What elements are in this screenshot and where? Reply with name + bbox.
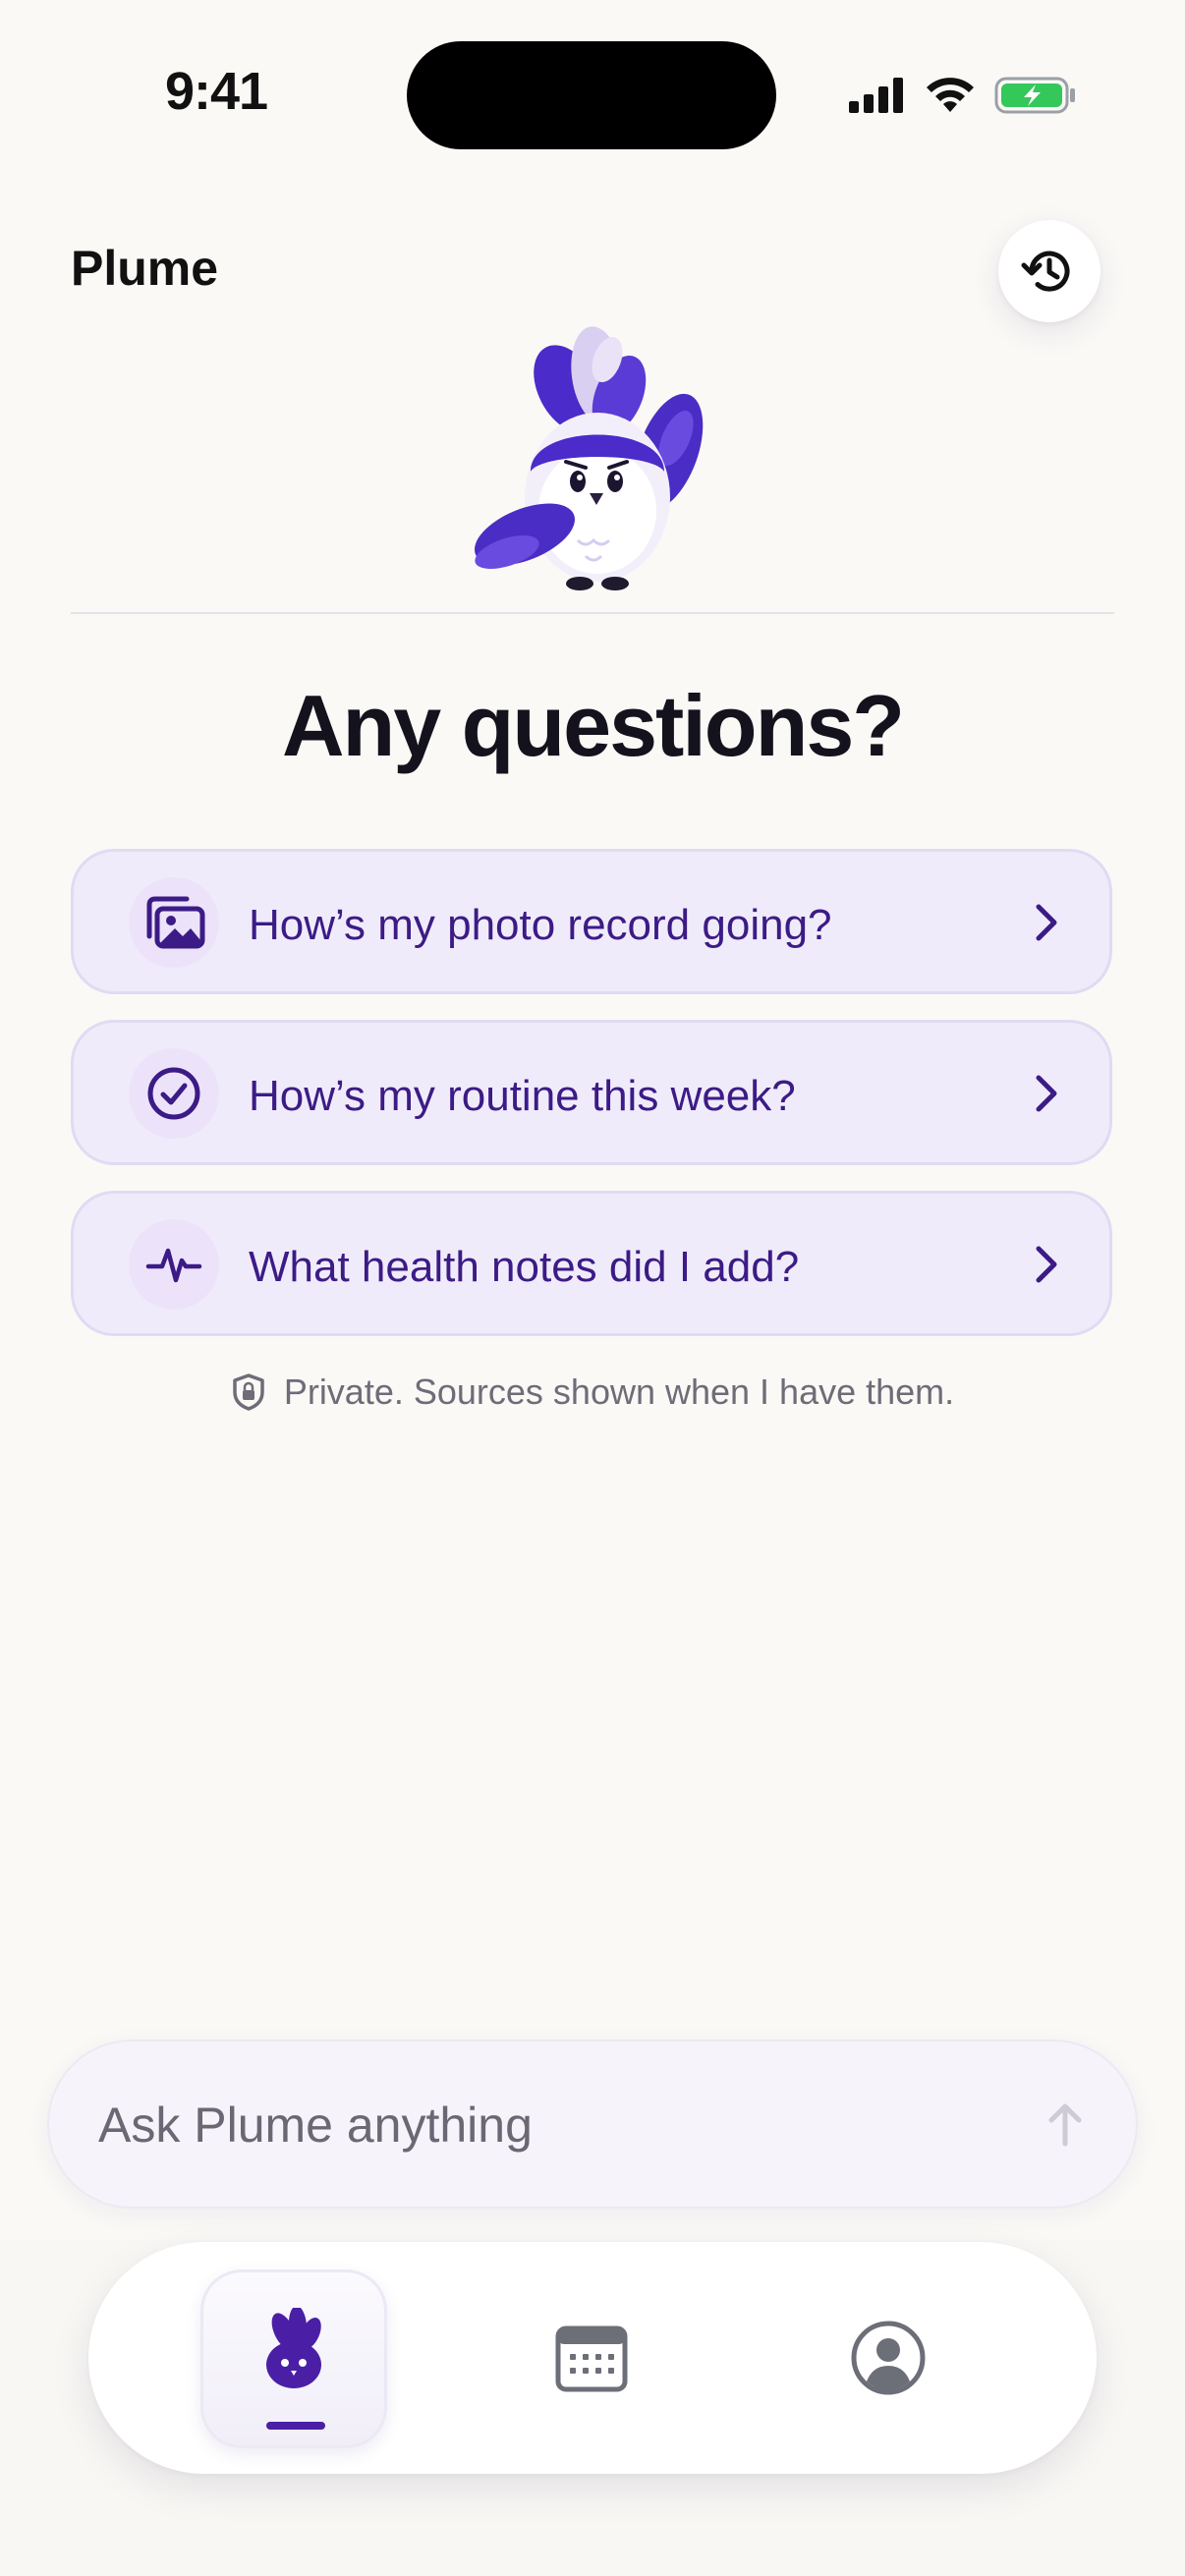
chevron-right-icon: [1036, 1246, 1057, 1283]
status-time: 9:41: [164, 62, 268, 121]
history-icon: [1021, 251, 1070, 292]
calendar-icon[interactable]: [550, 2317, 633, 2399]
plume-mascot-illustration: [474, 326, 704, 590]
page-heading: Any questions?: [281, 677, 905, 774]
privacy-note: Private. Sources shown when I have them.: [0, 1372, 1185, 1413]
suggestion-photo-record[interactable]: How’s my photo record going?: [71, 849, 1112, 994]
suggestion-routine[interactable]: How’s my routine this week?: [71, 1020, 1112, 1165]
app-title: Plume: [71, 241, 219, 296]
photos-icon: [146, 896, 205, 949]
tab-plume[interactable]: [200, 2269, 387, 2448]
tab-bar: [88, 2242, 1097, 2474]
suggestion-health-notes[interactable]: What health notes did I add?: [71, 1191, 1112, 1336]
plume-icon: [266, 2308, 321, 2388]
chevron-right-icon: [1036, 904, 1057, 941]
check-circle-icon: [147, 1067, 200, 1120]
suggestion-label: How’s my routine this week?: [249, 1072, 796, 1120]
header-divider: [71, 612, 1114, 614]
cellular-signal-icon: [849, 78, 903, 113]
suggestion-icon-bubble: [129, 1048, 219, 1139]
send-arrow-icon[interactable]: [1036, 2095, 1095, 2154]
suggestion-icon-bubble: [129, 877, 219, 968]
ask-input[interactable]: Ask Plume anything: [47, 2040, 1138, 2209]
active-tab-indicator: [266, 2422, 325, 2430]
dynamic-island: [407, 41, 776, 149]
history-button[interactable]: [998, 220, 1100, 322]
suggestion-icon-bubble: [129, 1219, 219, 1310]
wifi-icon: [927, 78, 974, 112]
battery-icon: [994, 77, 1075, 114]
shield-lock-icon: [233, 1373, 264, 1411]
suggestion-label: What health notes did I add?: [249, 1243, 800, 1291]
suggestion-label: How’s my photo record going?: [249, 901, 832, 949]
ask-input-placeholder: Ask Plume anything: [98, 2098, 533, 2153]
status-icons: [847, 71, 1077, 120]
privacy-note-text: Private. Sources shown when I have them.: [283, 1372, 955, 1412]
heart-pulse-icon: [145, 1248, 202, 1283]
chevron-right-icon: [1036, 1075, 1057, 1112]
profile-icon[interactable]: [847, 2317, 930, 2399]
